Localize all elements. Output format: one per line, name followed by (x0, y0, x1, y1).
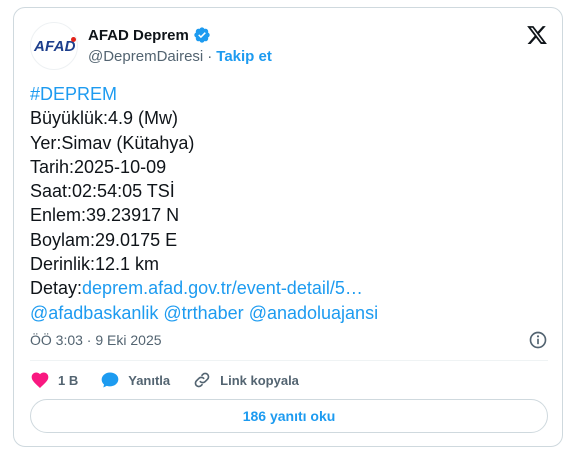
x-logo-icon[interactable] (526, 24, 548, 46)
reply-button[interactable]: Yanıtla (100, 370, 170, 390)
avatar[interactable]: AFAD (30, 22, 78, 70)
verified-badge-icon (194, 27, 210, 43)
longitude-line: Boylam:29.0175 E (30, 229, 178, 250)
link-icon (194, 372, 210, 388)
like-count: 1 B (58, 372, 79, 388)
mention-link[interactable]: @afadbaskanlik (30, 303, 158, 323)
location-line: Yer:Simav (Kütahya) (30, 132, 195, 153)
handle-separator: · (207, 48, 213, 65)
heart-icon (31, 372, 49, 388)
name-row: AFAD Deprem (88, 26, 211, 44)
read-replies-label: 186 yanıtı oku (242, 408, 336, 424)
avatar-logo-dot (71, 37, 76, 42)
copy-link-label: Link kopyala (220, 372, 299, 388)
time-line: Saat:02:54:05 TSİ (30, 181, 175, 202)
avatar-logo-text: AFAD (34, 38, 76, 55)
date-line: Tarih:2025-10-09 (30, 156, 167, 177)
tweet-text: #DEPREM Büyüklük:4.9 (Mw) Yer:Simav (Küt… (30, 82, 548, 325)
follow-button[interactable]: Takip et (216, 48, 272, 65)
detail-link[interactable]: deprem.afad.gov.tr/event-detail/5… (82, 278, 363, 298)
mention-link[interactable]: @trthaber (163, 303, 243, 323)
like-button[interactable]: 1 B (30, 370, 78, 390)
latitude-line: Enlem:39.23917 N (30, 205, 180, 226)
timestamp-row: ÖÖ 3:03 · 9 Eki 2025 (30, 330, 548, 350)
handle-row: @DepremDairesi · Takip et (88, 48, 272, 65)
mention-link[interactable]: @anadoluajansi (249, 303, 378, 323)
reply-bubble-icon (101, 372, 119, 388)
detail-prefix: Detay: (30, 278, 83, 299)
action-bar: 1 B Yanıtla Link kopyala (30, 368, 548, 392)
magnitude-line: Büyüklük:4.9 (Mw) (30, 108, 179, 129)
hashtag-link[interactable]: #DEPREM (30, 84, 117, 104)
depth-line: Derinlik:12.1 km (30, 254, 160, 275)
divider (30, 360, 548, 361)
display-name[interactable]: AFAD Deprem (88, 27, 189, 44)
reply-label: Yanıtla (128, 372, 171, 388)
info-icon[interactable] (528, 330, 548, 350)
tweet-header: AFAD AFAD Deprem @DepremDairesi · Takip … (30, 20, 548, 70)
user-handle[interactable]: @DepremDairesi (88, 48, 203, 65)
copy-link-button[interactable]: Link kopyala (192, 370, 299, 390)
tweet-timestamp[interactable]: ÖÖ 3:03 · 9 Eki 2025 (30, 332, 162, 348)
read-replies-button[interactable]: 186 yanıtı oku (30, 399, 548, 433)
tweet-card: AFAD AFAD Deprem @DepremDairesi · Takip … (13, 7, 563, 447)
